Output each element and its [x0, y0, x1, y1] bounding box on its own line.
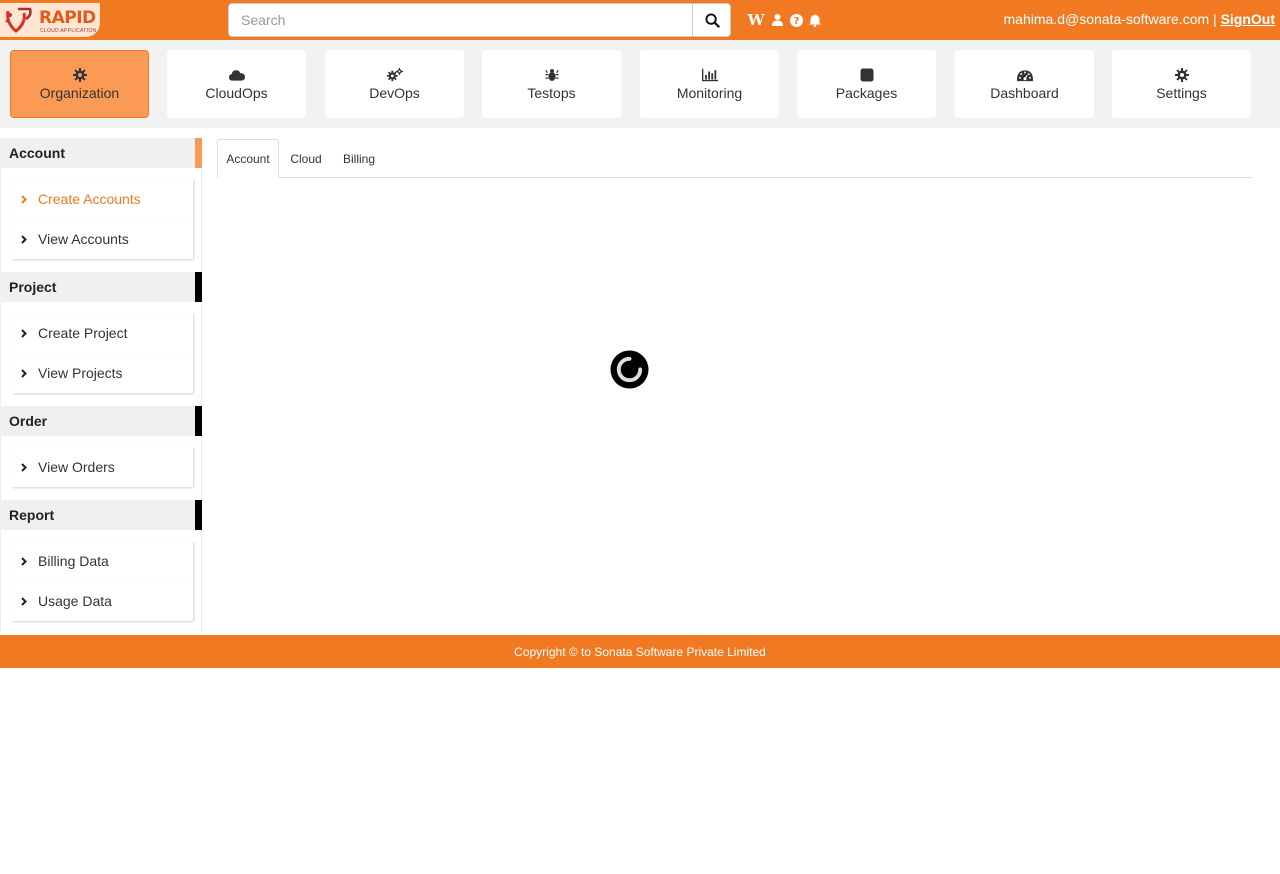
tab-billing[interactable]: Billing — [337, 139, 381, 178]
tile-testops[interactable]: Testops — [482, 50, 621, 118]
section-title: Report — [9, 507, 55, 523]
loading-spinner-icon — [610, 350, 649, 389]
section-indicator — [195, 406, 202, 436]
sidebar-section-report[interactable]: Report — [0, 500, 202, 530]
sidebar-item-label: Billing Data — [38, 553, 109, 569]
user-email: mahima.d@sonata-software.com — [1003, 11, 1210, 27]
search-button[interactable] — [692, 3, 731, 37]
wikipedia-icon[interactable]: W — [747, 11, 765, 29]
search-input[interactable] — [229, 4, 692, 36]
logo-text: RAPID — [39, 8, 96, 28]
chevron-right-icon — [12, 194, 38, 204]
logo-subtitle: CLOUD APPLICATION — [40, 28, 97, 34]
package-icon — [859, 67, 875, 83]
tile-label: Settings — [1156, 85, 1207, 101]
section-indicator — [195, 272, 202, 302]
chevron-right-icon — [12, 368, 38, 378]
sidebar-item-usage-data[interactable]: Usage Data — [12, 581, 193, 621]
sidebar-item-view-accounts[interactable]: View Accounts — [12, 219, 193, 259]
tile-settings[interactable]: Settings — [1112, 50, 1251, 118]
sidebar-item-create-project[interactable]: Create Project — [12, 313, 193, 353]
bell-icon[interactable] — [808, 11, 822, 29]
section-title: Order — [9, 413, 48, 429]
sidebar-item-create-accounts[interactable]: Create Accounts — [12, 179, 193, 219]
sidebar-item-label: Create Project — [38, 325, 128, 341]
module-nav: Organization CloudOps DevOps Testops Mon… — [0, 40, 1280, 128]
chevron-right-icon — [12, 556, 38, 566]
sidebar-item-view-projects[interactable]: View Projects — [12, 353, 193, 393]
section-indicator — [195, 138, 202, 168]
sidebar-item-label: View Orders — [38, 459, 115, 475]
top-bar: RAPID CLOUD APPLICATION W ? mahima.d@son… — [0, 0, 1280, 40]
dashboard-icon — [1016, 67, 1033, 83]
user-area: mahima.d@sonata-software.com | SignOut — [1004, 11, 1275, 27]
chevron-right-icon — [12, 234, 38, 244]
tile-packages[interactable]: Packages — [797, 50, 936, 118]
gear-icon — [72, 67, 88, 83]
sidebar-item-label: View Accounts — [38, 231, 129, 247]
tab-cloud[interactable]: Cloud — [283, 139, 329, 178]
tab-account[interactable]: Account — [217, 139, 279, 178]
app-logo[interactable]: RAPID CLOUD APPLICATION — [0, 3, 100, 37]
user-icon[interactable] — [770, 11, 784, 29]
cloud-icon — [228, 67, 245, 83]
tile-label: Testops — [527, 85, 576, 101]
tile-label: Organization — [39, 85, 120, 101]
bar-chart-icon — [701, 67, 718, 83]
footer: Copyright © to Sonata Software Private L… — [0, 635, 1280, 668]
sidebar-item-label: Usage Data — [38, 593, 112, 609]
header-icons: W ? — [747, 10, 822, 30]
tile-label: Dashboard — [990, 85, 1059, 101]
sidebar-section-account[interactable]: Account — [0, 138, 202, 168]
chevron-right-icon — [12, 462, 38, 472]
sidebar: Account Create Accounts View Accounts Pr… — [0, 138, 202, 632]
sidebar-item-label: Create Accounts — [38, 191, 141, 207]
sidebar-item-label: View Projects — [38, 365, 123, 381]
tile-monitoring[interactable]: Monitoring — [640, 50, 779, 118]
section-body: View Orders — [0, 436, 202, 500]
svg-text:?: ? — [793, 16, 799, 27]
sidebar-item-billing-data[interactable]: Billing Data — [12, 541, 193, 581]
separator: | — [1213, 11, 1217, 27]
signout-link[interactable]: SignOut — [1221, 11, 1275, 27]
bug-icon — [544, 67, 560, 83]
search-box — [228, 3, 731, 37]
chevron-right-icon — [12, 596, 38, 606]
copyright-text: Copyright © to Sonata Software Private L… — [514, 644, 766, 659]
section-title: Project — [9, 279, 57, 295]
section-body: Create Accounts View Accounts — [0, 168, 202, 272]
tile-dashboard[interactable]: Dashboard — [955, 50, 1094, 118]
sidebar-section-project[interactable]: Project — [0, 272, 202, 302]
tile-label: Monitoring — [676, 85, 743, 101]
sidebar-section-order[interactable]: Order — [0, 406, 202, 436]
sidebar-item-view-orders[interactable]: View Orders — [12, 447, 193, 487]
tile-label: DevOps — [369, 85, 420, 101]
tile-cloudops[interactable]: CloudOps — [167, 50, 306, 118]
search-icon — [704, 12, 720, 28]
cogs-icon — [386, 67, 403, 83]
tile-organization[interactable]: Organization — [10, 50, 149, 118]
section-title: Account — [9, 145, 65, 161]
section-body: Billing Data Usage Data — [0, 530, 202, 632]
tile-label: CloudOps — [205, 85, 268, 101]
help-icon[interactable]: ? — [789, 11, 803, 29]
chevron-right-icon — [12, 328, 38, 338]
section-indicator — [195, 500, 202, 530]
tile-label: Packages — [835, 85, 898, 101]
tile-devops[interactable]: DevOps — [325, 50, 464, 118]
logo-mark-icon — [5, 7, 32, 33]
content-tabs: Account Cloud Billing — [217, 139, 1252, 178]
settings-icon — [1174, 67, 1190, 83]
section-body: Create Project View Projects — [0, 302, 202, 406]
